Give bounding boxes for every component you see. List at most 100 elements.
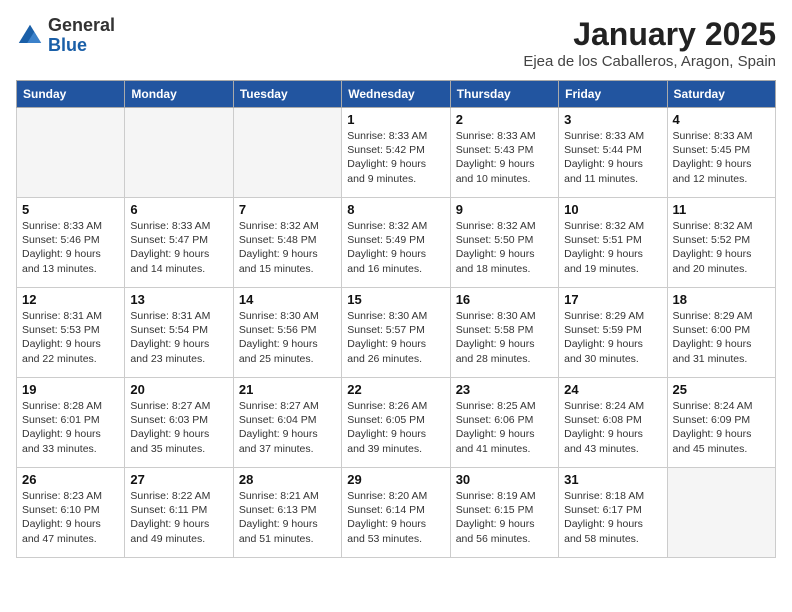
day-info: Sunrise: 8:20 AM Sunset: 6:14 PM Dayligh… — [347, 489, 444, 546]
title-block: January 2025 Ejea de los Caballeros, Ara… — [523, 16, 776, 70]
day-info: Sunrise: 8:33 AM Sunset: 5:44 PM Dayligh… — [564, 129, 661, 186]
day-info: Sunrise: 8:21 AM Sunset: 6:13 PM Dayligh… — [239, 489, 336, 546]
day-info: Sunrise: 8:30 AM Sunset: 5:58 PM Dayligh… — [456, 309, 553, 366]
day-info: Sunrise: 8:28 AM Sunset: 6:01 PM Dayligh… — [22, 399, 119, 456]
calendar-cell: 20 Sunrise: 8:27 AM Sunset: 6:03 PM Dayli… — [125, 378, 233, 468]
day-number: 12 — [22, 292, 119, 307]
weekday-header-row: SundayMondayTuesdayWednesdayThursdayFrid… — [17, 81, 776, 108]
weekday-header-monday: Monday — [125, 81, 233, 108]
calendar-cell: 5 Sunrise: 8:33 AM Sunset: 5:46 PM Daylig… — [17, 198, 125, 288]
weekday-header-sunday: Sunday — [17, 81, 125, 108]
week-row-5: 26 Sunrise: 8:23 AM Sunset: 6:10 PM Dayli… — [17, 468, 776, 558]
day-info: Sunrise: 8:33 AM Sunset: 5:43 PM Dayligh… — [456, 129, 553, 186]
day-number: 25 — [673, 382, 770, 397]
calendar-cell: 28 Sunrise: 8:21 AM Sunset: 6:13 PM Dayli… — [233, 468, 341, 558]
calendar-cell: 14 Sunrise: 8:30 AM Sunset: 5:56 PM Dayli… — [233, 288, 341, 378]
day-number: 29 — [347, 472, 444, 487]
logo-general: General — [48, 16, 115, 36]
day-info: Sunrise: 8:18 AM Sunset: 6:17 PM Dayligh… — [564, 489, 661, 546]
day-info: Sunrise: 8:31 AM Sunset: 5:53 PM Dayligh… — [22, 309, 119, 366]
day-number: 4 — [673, 112, 770, 127]
day-number: 21 — [239, 382, 336, 397]
calendar-cell: 26 Sunrise: 8:23 AM Sunset: 6:10 PM Dayli… — [17, 468, 125, 558]
day-number: 2 — [456, 112, 553, 127]
calendar-cell: 19 Sunrise: 8:28 AM Sunset: 6:01 PM Dayli… — [17, 378, 125, 468]
logo: General Blue — [16, 16, 115, 56]
day-info: Sunrise: 8:31 AM Sunset: 5:54 PM Dayligh… — [130, 309, 227, 366]
day-number: 10 — [564, 202, 661, 217]
day-info: Sunrise: 8:32 AM Sunset: 5:51 PM Dayligh… — [564, 219, 661, 276]
day-info: Sunrise: 8:27 AM Sunset: 6:03 PM Dayligh… — [130, 399, 227, 456]
calendar-cell: 8 Sunrise: 8:32 AM Sunset: 5:49 PM Daylig… — [342, 198, 450, 288]
day-number: 24 — [564, 382, 661, 397]
day-number: 9 — [456, 202, 553, 217]
week-row-3: 12 Sunrise: 8:31 AM Sunset: 5:53 PM Dayli… — [17, 288, 776, 378]
day-number: 11 — [673, 202, 770, 217]
day-info: Sunrise: 8:32 AM Sunset: 5:48 PM Dayligh… — [239, 219, 336, 276]
day-info: Sunrise: 8:30 AM Sunset: 5:57 PM Dayligh… — [347, 309, 444, 366]
day-number: 19 — [22, 382, 119, 397]
logo-icon — [16, 22, 44, 50]
weekday-header-friday: Friday — [559, 81, 667, 108]
day-number: 18 — [673, 292, 770, 307]
calendar-table: SundayMondayTuesdayWednesdayThursdayFrid… — [16, 80, 776, 558]
day-number: 1 — [347, 112, 444, 127]
calendar-cell: 25 Sunrise: 8:24 AM Sunset: 6:09 PM Dayli… — [667, 378, 775, 468]
day-info: Sunrise: 8:25 AM Sunset: 6:06 PM Dayligh… — [456, 399, 553, 456]
day-info: Sunrise: 8:24 AM Sunset: 6:09 PM Dayligh… — [673, 399, 770, 456]
calendar-cell: 10 Sunrise: 8:32 AM Sunset: 5:51 PM Dayli… — [559, 198, 667, 288]
calendar-cell: 2 Sunrise: 8:33 AM Sunset: 5:43 PM Daylig… — [450, 108, 558, 198]
day-info: Sunrise: 8:33 AM Sunset: 5:47 PM Dayligh… — [130, 219, 227, 276]
day-info: Sunrise: 8:23 AM Sunset: 6:10 PM Dayligh… — [22, 489, 119, 546]
day-info: Sunrise: 8:29 AM Sunset: 5:59 PM Dayligh… — [564, 309, 661, 366]
day-number: 27 — [130, 472, 227, 487]
page-header: General Blue January 2025 Ejea de los Ca… — [16, 16, 776, 70]
day-info: Sunrise: 8:27 AM Sunset: 6:04 PM Dayligh… — [239, 399, 336, 456]
day-info: Sunrise: 8:32 AM Sunset: 5:49 PM Dayligh… — [347, 219, 444, 276]
calendar-cell: 22 Sunrise: 8:26 AM Sunset: 6:05 PM Dayli… — [342, 378, 450, 468]
day-number: 16 — [456, 292, 553, 307]
day-number: 23 — [456, 382, 553, 397]
weekday-header-wednesday: Wednesday — [342, 81, 450, 108]
day-number: 8 — [347, 202, 444, 217]
day-info: Sunrise: 8:33 AM Sunset: 5:45 PM Dayligh… — [673, 129, 770, 186]
calendar-cell — [17, 108, 125, 198]
weekday-header-thursday: Thursday — [450, 81, 558, 108]
day-info: Sunrise: 8:19 AM Sunset: 6:15 PM Dayligh… — [456, 489, 553, 546]
day-info: Sunrise: 8:32 AM Sunset: 5:52 PM Dayligh… — [673, 219, 770, 276]
calendar-cell: 1 Sunrise: 8:33 AM Sunset: 5:42 PM Daylig… — [342, 108, 450, 198]
calendar-cell — [667, 468, 775, 558]
logo-blue: Blue — [48, 36, 115, 56]
week-row-2: 5 Sunrise: 8:33 AM Sunset: 5:46 PM Daylig… — [17, 198, 776, 288]
day-info: Sunrise: 8:32 AM Sunset: 5:50 PM Dayligh… — [456, 219, 553, 276]
calendar-cell: 24 Sunrise: 8:24 AM Sunset: 6:08 PM Dayli… — [559, 378, 667, 468]
calendar-cell: 12 Sunrise: 8:31 AM Sunset: 5:53 PM Dayli… — [17, 288, 125, 378]
day-number: 5 — [22, 202, 119, 217]
weekday-header-tuesday: Tuesday — [233, 81, 341, 108]
day-number: 28 — [239, 472, 336, 487]
calendar-cell: 9 Sunrise: 8:32 AM Sunset: 5:50 PM Daylig… — [450, 198, 558, 288]
calendar-cell — [233, 108, 341, 198]
location-title: Ejea de los Caballeros, Aragon, Spain — [523, 53, 776, 70]
day-number: 3 — [564, 112, 661, 127]
calendar-cell: 30Sunrise: 8:19 AM Sunset: 6:15 PM Dayli… — [450, 468, 558, 558]
day-info: Sunrise: 8:24 AM Sunset: 6:08 PM Dayligh… — [564, 399, 661, 456]
day-number: 26 — [22, 472, 119, 487]
day-info: Sunrise: 8:33 AM Sunset: 5:42 PM Dayligh… — [347, 129, 444, 186]
day-number: 22 — [347, 382, 444, 397]
day-number: 15 — [347, 292, 444, 307]
day-info: Sunrise: 8:26 AM Sunset: 6:05 PM Dayligh… — [347, 399, 444, 456]
calendar-cell: 13Sunrise: 8:31 AM Sunset: 5:54 PM Dayli… — [125, 288, 233, 378]
day-info: Sunrise: 8:33 AM Sunset: 5:46 PM Dayligh… — [22, 219, 119, 276]
calendar-cell: 7Sunrise: 8:32 AM Sunset: 5:48 PM Daylig… — [233, 198, 341, 288]
day-number: 20 — [130, 382, 227, 397]
calendar-cell: 31Sunrise: 8:18 AM Sunset: 6:17 PM Dayli… — [559, 468, 667, 558]
calendar-cell: 23 Sunrise: 8:25 AM Sunset: 6:06 PM Dayli… — [450, 378, 558, 468]
calendar-cell: 11 Sunrise: 8:32 AM Sunset: 5:52 PM Dayli… — [667, 198, 775, 288]
day-number: 14 — [239, 292, 336, 307]
calendar-cell: 4 Sunrise: 8:33 AM Sunset: 5:45 PM Daylig… — [667, 108, 775, 198]
calendar-cell: 18Sunrise: 8:29 AM Sunset: 6:00 PM Dayli… — [667, 288, 775, 378]
calendar-cell: 15 Sunrise: 8:30 AM Sunset: 5:57 PM Dayli… — [342, 288, 450, 378]
calendar-cell: 16 Sunrise: 8:30 AM Sunset: 5:58 PM Dayli… — [450, 288, 558, 378]
day-info: Sunrise: 8:30 AM Sunset: 5:56 PM Dayligh… — [239, 309, 336, 366]
